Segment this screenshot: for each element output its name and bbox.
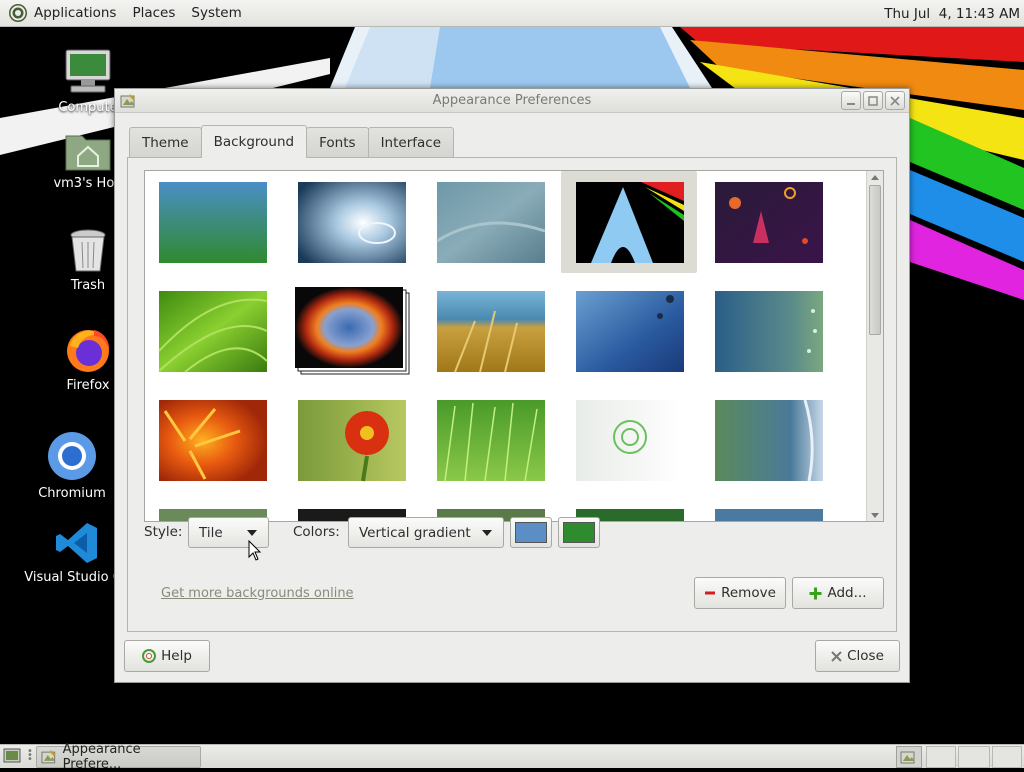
background-tab-page: Style: Tile Colors: Vertical gradient Ge… xyxy=(127,157,897,632)
trash-icon xyxy=(70,229,106,272)
get-more-backgrounds-link[interactable]: Get more backgrounds online xyxy=(161,586,354,601)
appearance-app-icon xyxy=(41,750,56,764)
tab-background[interactable]: Background xyxy=(200,125,308,158)
desktop-icon-label: Firefox xyxy=(66,378,110,393)
applications-menu-label: Applications xyxy=(34,5,117,21)
remove-button-label: Remove xyxy=(721,585,776,601)
maximize-button[interactable] xyxy=(863,91,883,110)
add-button-label: Add... xyxy=(827,585,867,601)
system-menu-label: System xyxy=(191,5,242,21)
tab-interface[interactable]: Interface xyxy=(367,127,455,158)
primary-color-swatch xyxy=(515,522,547,543)
workspace-4[interactable] xyxy=(992,746,1022,768)
close-button[interactable]: Close xyxy=(815,640,900,672)
workspace-switcher[interactable] xyxy=(896,746,922,768)
minimize-icon xyxy=(847,102,855,105)
top-panel: Applications Places System Thu Jul 4, 11… xyxy=(0,0,1024,27)
bottom-panel: • • • Appearance Prefere... xyxy=(0,742,1024,772)
help-button[interactable]: Help xyxy=(124,640,210,672)
mouse-cursor-icon xyxy=(248,540,262,561)
secondary-color-button[interactable] xyxy=(558,517,600,548)
style-dropdown-value: Tile xyxy=(199,524,223,541)
places-menu[interactable]: Places xyxy=(124,0,183,27)
help-button-label: Help xyxy=(161,648,192,664)
workspace-thumbnail-icon xyxy=(900,751,915,764)
dropdown-arrow-icon xyxy=(247,530,257,536)
show-desktop-icon[interactable] xyxy=(3,748,21,765)
colors-label: Colors: xyxy=(293,524,340,540)
workspace-3[interactable] xyxy=(958,746,990,768)
appearance-preferences-window: Appearance Preferences Theme Background … xyxy=(114,88,910,683)
tab-label: Theme xyxy=(142,135,189,151)
dropdown-arrow-icon xyxy=(482,530,492,536)
add-icon xyxy=(809,587,822,599)
desktop-icon-label: Compute xyxy=(58,100,118,115)
style-label: Style: xyxy=(144,524,183,540)
close-icon xyxy=(890,95,900,106)
panel-handle-icon: • • • xyxy=(27,746,33,765)
scroll-up-arrow-icon[interactable] xyxy=(871,175,879,180)
applications-menu[interactable]: Applications xyxy=(0,0,124,27)
primary-color-button[interactable] xyxy=(510,517,552,548)
desktop-icon-label: Chromium xyxy=(38,486,106,501)
thumbnail-canvas xyxy=(158,171,823,521)
computer-icon xyxy=(65,49,111,93)
places-menu-label: Places xyxy=(132,5,176,21)
background-thumbnail-grid[interactable] xyxy=(144,170,884,522)
taskbar-appearance-preferences[interactable]: Appearance Prefere... xyxy=(36,742,201,772)
remove-button[interactable]: Remove xyxy=(694,577,786,609)
add-button[interactable]: Add... xyxy=(792,577,884,609)
scrollbar-thumb[interactable] xyxy=(869,185,881,335)
help-icon xyxy=(142,649,157,663)
distro-logo-icon xyxy=(9,4,27,22)
tab-label: Background xyxy=(213,134,295,150)
preferences-tabs: Theme Background Fonts Interface xyxy=(129,125,455,158)
home-folder-icon xyxy=(65,135,111,171)
tab-label: Interface xyxy=(380,135,442,151)
maximize-icon xyxy=(868,95,878,106)
window-title: Appearance Preferences xyxy=(432,93,592,108)
firefox-icon xyxy=(67,330,110,372)
panel-clock[interactable]: Thu Jul 4, 11:43 AM xyxy=(884,0,1024,27)
workspace-2[interactable] xyxy=(926,746,956,768)
window-close-button[interactable] xyxy=(885,91,905,110)
vscode-icon xyxy=(56,523,97,563)
window-titlebar[interactable]: Appearance Preferences xyxy=(115,89,909,113)
close-button-label: Close xyxy=(847,648,884,664)
clock-text: Thu Jul 4, 11:43 AM xyxy=(884,5,1020,22)
chromium-icon xyxy=(48,432,96,480)
desktop-icon-label: vm3's Hon xyxy=(53,176,123,191)
minimize-button[interactable] xyxy=(841,91,861,110)
colors-dropdown[interactable]: Vertical gradient xyxy=(348,517,504,548)
secondary-color-swatch xyxy=(563,522,595,543)
tab-label: Fonts xyxy=(319,135,356,151)
thumbnail-scrollbar[interactable] xyxy=(866,171,883,521)
desktop-icon-chromium[interactable]: Chromium xyxy=(22,430,122,501)
system-menu[interactable]: System xyxy=(183,0,249,27)
scroll-down-arrow-icon[interactable] xyxy=(871,513,879,518)
colors-dropdown-value: Vertical gradient xyxy=(359,524,471,541)
desktop-icon-label: Trash xyxy=(70,278,106,293)
tab-theme[interactable]: Theme xyxy=(129,127,202,158)
remove-icon xyxy=(705,591,716,595)
tab-fonts[interactable]: Fonts xyxy=(306,127,369,158)
close-x-icon xyxy=(831,650,842,662)
